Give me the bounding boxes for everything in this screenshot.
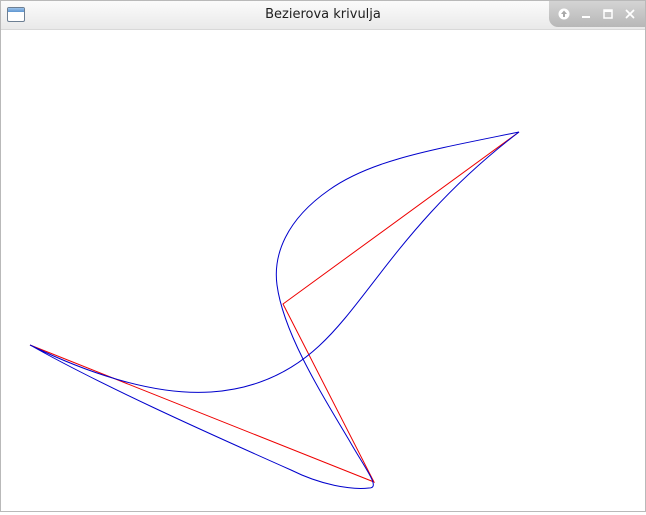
control-polygon (29, 131, 520, 483)
title-bar[interactable]: Bezierova krivulja (1, 1, 645, 30)
maximize-button[interactable] (599, 6, 617, 22)
minimize-button[interactable] (577, 6, 595, 22)
drawing-canvas[interactable] (1, 30, 645, 511)
close-icon (625, 9, 635, 19)
bezier-drawing (29, 131, 520, 489)
window-controls (549, 1, 645, 27)
arrow-up-icon (558, 8, 570, 20)
shade-button[interactable] (555, 6, 573, 22)
close-button[interactable] (621, 6, 639, 22)
app-window: Bezierova krivulja (0, 0, 646, 512)
minimize-icon (582, 16, 590, 18)
maximize-icon (603, 9, 613, 19)
